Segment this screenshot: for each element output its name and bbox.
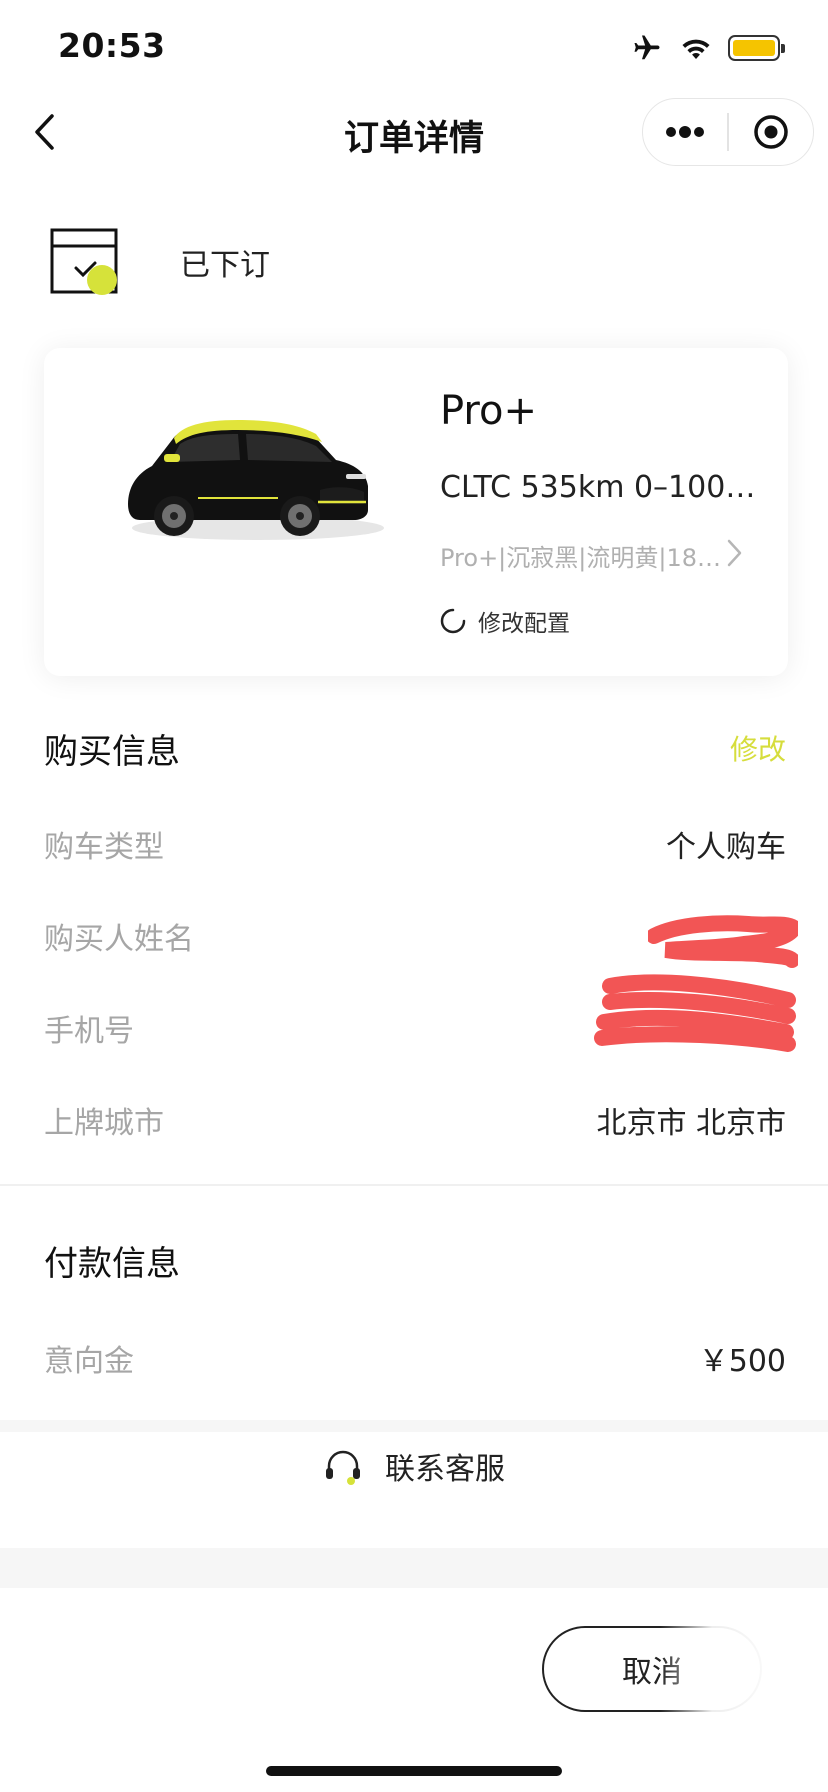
airplane-icon — [634, 35, 660, 60]
close-target-icon — [754, 115, 788, 149]
section-gap — [0, 1548, 828, 1588]
modify-config-button[interactable]: 修改配置 — [440, 604, 570, 638]
car-image — [110, 400, 400, 550]
city-value: 北京市 北京市 — [596, 1106, 786, 1141]
more-button[interactable] — [643, 99, 727, 165]
order-status: 已下订 — [180, 248, 270, 283]
status-icons — [630, 32, 785, 64]
wifi-icon — [682, 39, 710, 60]
contact-service-button[interactable]: 联系客服 — [0, 1444, 828, 1488]
calendar-check-icon — [50, 228, 120, 296]
more-dots-icon — [666, 126, 705, 138]
vehicle-config[interactable]: Pro+|沉寂黑|流明黄|18英... — [440, 538, 722, 573]
section-gap — [0, 1420, 828, 1432]
vehicle-spec: CLTC 535km 0–100km... — [440, 470, 770, 505]
mini-program-capsule — [642, 98, 814, 166]
redaction-mark — [648, 915, 798, 968]
status-time: 20:53 — [58, 26, 166, 65]
purchase-type-value: 个人购车 — [666, 830, 786, 865]
modify-config-label: 修改配置 — [478, 611, 570, 637]
headset-icon — [326, 1450, 360, 1485]
purchase-type-label: 购车类型 — [44, 830, 164, 865]
deposit-label: 意向金 — [44, 1344, 134, 1379]
edit-purchase-link[interactable]: 修改 — [730, 728, 786, 768]
button-fade-overlay — [660, 1610, 790, 1730]
vehicle-trim: Pro+ — [440, 388, 537, 434]
purchase-info-title: 购买信息 — [44, 732, 180, 772]
city-label: 上牌城市 — [44, 1106, 164, 1141]
chevron-right-icon[interactable] — [724, 536, 746, 570]
redaction-mark — [594, 974, 796, 1052]
home-indicator[interactable] — [266, 1766, 562, 1776]
battery-icon — [728, 35, 785, 61]
close-mini-program-button[interactable] — [729, 99, 813, 165]
section-divider — [0, 1184, 828, 1186]
buyer-name-label: 购买人姓名 — [44, 922, 194, 957]
deposit-value: ￥500 — [698, 1344, 786, 1379]
phone-label: 手机号 — [44, 1014, 134, 1049]
payment-info-title: 付款信息 — [44, 1244, 180, 1284]
contact-service-label: 联系客服 — [385, 1452, 505, 1487]
loading-circle-icon — [440, 608, 466, 634]
